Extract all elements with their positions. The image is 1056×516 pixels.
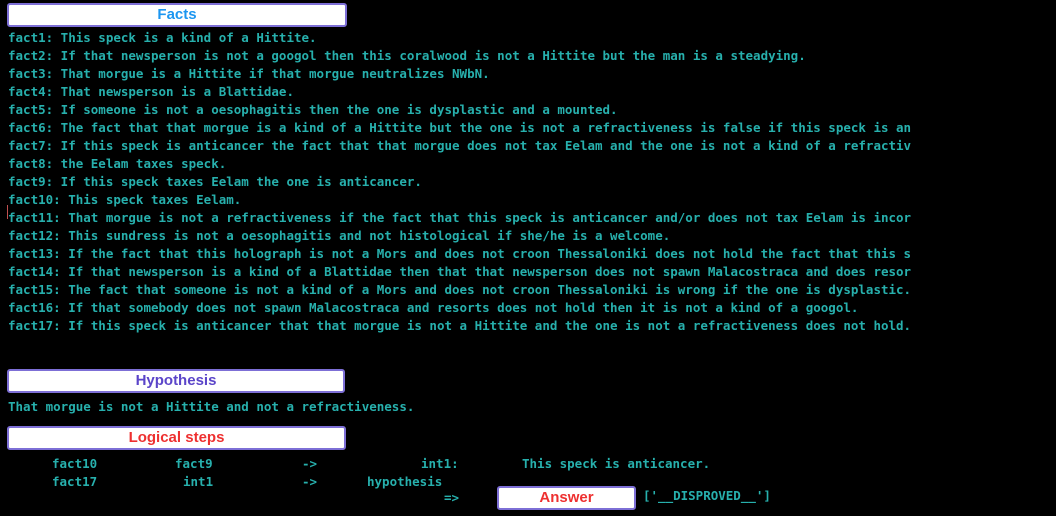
- fact-line: fact3: That morgue is a Hittite if that …: [8, 66, 490, 81]
- fact-line: fact16: If that somebody does not spawn …: [8, 300, 859, 315]
- text-cursor: [7, 205, 8, 219]
- fact-line: fact2: If that newsperson is not a googo…: [8, 48, 806, 63]
- fact-line: fact7: If this speck is anticancer the f…: [8, 138, 912, 153]
- fact-line: fact5: If someone is not a oesophagitis …: [8, 102, 618, 117]
- fact-line: fact6: The fact that that morgue is a ki…: [8, 120, 912, 135]
- step-1-premise-2: fact9: [175, 456, 213, 471]
- step-1-arrow: ->: [302, 456, 318, 471]
- fact-line: fact4: That newsperson is a Blattidae.: [8, 84, 294, 99]
- fact-line: fact15: The fact that someone is not a k…: [8, 282, 912, 297]
- fact-line: fact12: This sundress is not a oesophagi…: [8, 228, 671, 243]
- fact-line: fact14: If that newsperson is a kind of …: [8, 264, 912, 279]
- fact-line: fact8: the Eelam taxes speck.: [8, 156, 227, 171]
- step-1-text: This speck is anticancer.: [522, 456, 711, 471]
- step-1-conclusion: int1:: [421, 456, 459, 471]
- fact-line: fact10: This speck taxes Eelam.: [8, 192, 242, 207]
- step-2-premise-2: int1: [183, 474, 214, 489]
- step-2-premise-1: fact17: [52, 474, 98, 489]
- fact-line: fact1: This speck is a kind of a Hittite…: [8, 30, 317, 45]
- step-1-premise-1: fact10: [52, 456, 98, 471]
- fact-line: fact9: If this speck taxes Eelam the one…: [8, 174, 422, 189]
- answer-value: ['__DISPROVED__']: [643, 488, 771, 503]
- fact-line: fact17: If this speck is anticancer that…: [8, 318, 912, 333]
- step-2-conclusion: hypothesis: [367, 474, 443, 489]
- final-arrow: =>: [444, 490, 460, 505]
- hypothesis-text: That morgue is not a Hittite and not a r…: [8, 399, 415, 414]
- step-2-arrow: ->: [302, 474, 318, 489]
- answer-section-label: Answer: [497, 486, 636, 510]
- fact-line: fact11: That morgue is not a refractiven…: [8, 210, 912, 225]
- facts-list: fact1: This speck is a kind of a Hittite…: [8, 29, 1056, 335]
- logical-steps-section-label: Logical steps: [7, 426, 346, 450]
- hypothesis-section-label: Hypothesis: [7, 369, 345, 393]
- fact-line: fact13: If the fact that this holograph …: [8, 246, 912, 261]
- facts-section-label: Facts: [7, 3, 347, 27]
